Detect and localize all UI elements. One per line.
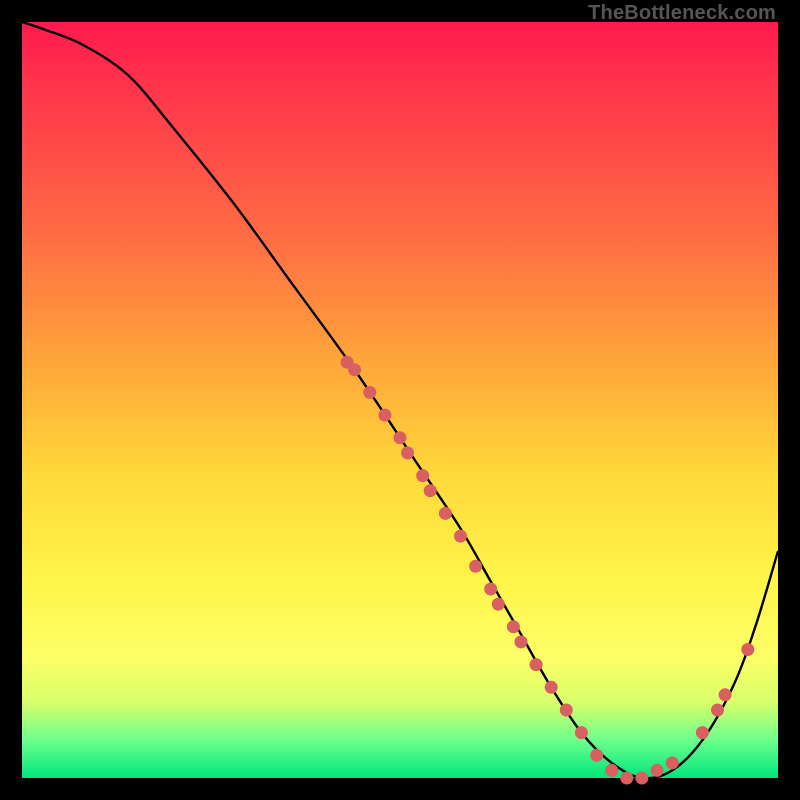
data-marker [741,643,754,656]
marker-layer [341,356,755,785]
data-marker [575,726,588,739]
bottleneck-curve [22,22,778,778]
data-marker [651,764,664,777]
data-marker [530,658,543,671]
data-marker [378,409,391,422]
data-marker [605,764,618,777]
bottleneck-chart [22,22,778,778]
data-marker [454,530,467,543]
data-marker [363,386,376,399]
data-marker [515,635,528,648]
data-marker [469,560,482,573]
data-marker [416,469,429,482]
data-marker [711,704,724,717]
data-marker [666,756,679,769]
data-marker [590,749,603,762]
data-marker [439,507,452,520]
data-marker [635,772,648,785]
data-marker [560,704,573,717]
data-marker [696,726,709,739]
data-marker [719,688,732,701]
data-marker [507,620,520,633]
data-marker [401,446,414,459]
data-marker [424,484,437,497]
data-marker [484,583,497,596]
data-marker [492,598,505,611]
data-marker [545,681,558,694]
data-marker [348,363,361,376]
data-marker [394,431,407,444]
data-marker [620,772,633,785]
